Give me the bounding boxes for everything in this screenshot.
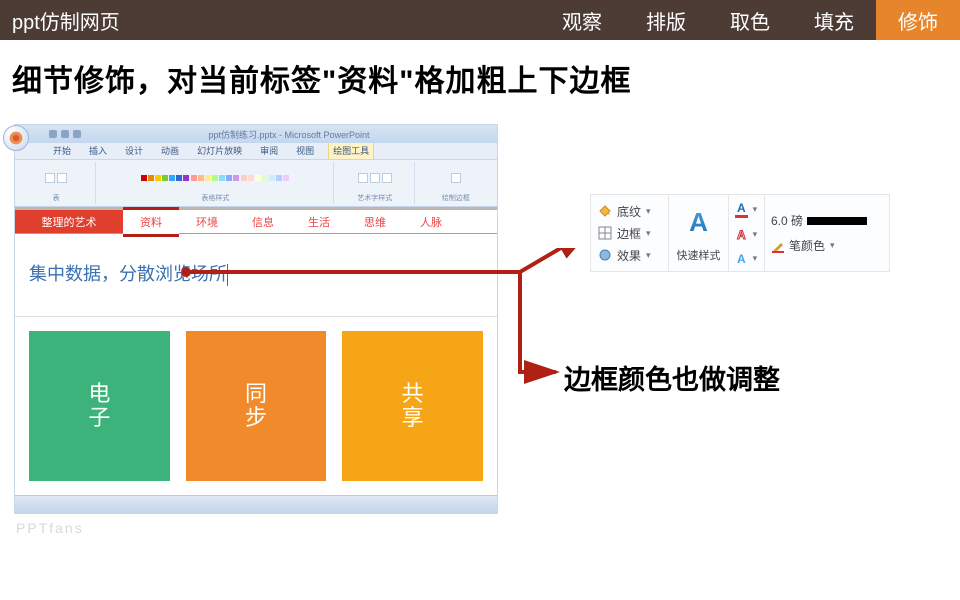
- chevron-down-icon: ▾: [830, 240, 835, 251]
- wordart-A-icon: A: [689, 204, 708, 242]
- toolbox-col-fill: 底纹▾ 边框▾ 效果▾: [591, 195, 669, 271]
- text-fill-button[interactable]: A▾: [735, 201, 758, 218]
- slide-canvas: 整理的艺术 资料 环境 信息 生活 思维 人脉 集中数据，分散浏览场所 电 子 …: [15, 207, 497, 495]
- slide-tab[interactable]: 人脉: [403, 210, 459, 233]
- toolbox-col-quickstyle[interactable]: A 快速样式: [669, 195, 729, 271]
- top-nav-title: ppt仿制网页: [0, 6, 120, 35]
- window-titlebar: ppt仿制练习.pptx - Microsoft PowerPoint: [15, 125, 497, 143]
- border-button[interactable]: 边框▾: [597, 225, 662, 242]
- toolbox-col-textfx: A▾ A▾ A▾: [729, 195, 765, 271]
- pen-color-button[interactable]: 笔颜色▾: [771, 237, 883, 254]
- card-orange: 同 步: [186, 331, 327, 481]
- ribbon-tab[interactable]: 审阅: [256, 142, 282, 159]
- top-nav-items: 观察 排版 取色 填充 修饰: [540, 0, 960, 40]
- ribbon-body: 表 表格样式 艺术字样式 绘制边框: [15, 159, 497, 207]
- card-green: 电 子: [29, 331, 170, 481]
- card-yellow: 共 享: [342, 331, 483, 481]
- powerpoint-window: ppt仿制练习.pptx - Microsoft PowerPoint 开始 插…: [14, 124, 498, 514]
- nav-fill[interactable]: 填充: [792, 0, 876, 40]
- slide-subtitle: 集中数据，分散浏览场所: [15, 234, 497, 317]
- chevron-down-icon: ▾: [646, 250, 651, 261]
- ribbon-tab[interactable]: 视图: [292, 142, 318, 159]
- ribbon-tab[interactable]: 动画: [157, 142, 183, 159]
- chevron-down-icon: ▾: [753, 204, 758, 215]
- slide-tab[interactable]: 生活: [291, 210, 347, 233]
- bucket-icon: [597, 203, 613, 219]
- slide-tab-first[interactable]: 整理的艺术: [15, 210, 123, 233]
- chevron-down-icon: ▾: [646, 206, 651, 217]
- slide-tab[interactable]: 信息: [235, 210, 291, 233]
- office-button-icon[interactable]: [3, 125, 29, 151]
- ribbon-tab[interactable]: 开始: [49, 142, 75, 159]
- slide-tab-active[interactable]: 资料: [123, 207, 179, 237]
- ribbon-tab[interactable]: 幻灯片放映: [193, 142, 246, 159]
- nav-color[interactable]: 取色: [708, 0, 792, 40]
- border-toolbox: 底纹▾ 边框▾ 效果▾ A 快速样式 A▾ A▾ A▾ 6.0 磅 笔颜色▾: [590, 194, 890, 272]
- border-icon: [597, 225, 613, 241]
- nav-decorate[interactable]: 修饰: [876, 0, 960, 40]
- effect-icon: [597, 247, 613, 263]
- pen-weight[interactable]: 6.0 磅: [771, 212, 883, 229]
- page-title: 细节修饰，对当前标签"资料"格加粗上下边框: [0, 40, 960, 124]
- nav-layout[interactable]: 排版: [624, 0, 708, 40]
- text-effect-icon: A: [735, 252, 748, 266]
- slide-tab[interactable]: 思维: [347, 210, 403, 233]
- ribbon-tab-context[interactable]: 绘图工具: [328, 141, 374, 159]
- nav-observe[interactable]: 观察: [540, 0, 624, 40]
- slide-tabs: 整理的艺术 资料 环境 信息 生活 思维 人脉: [15, 210, 497, 234]
- toolbox-col-pen: 6.0 磅 笔颜色▾: [765, 195, 889, 271]
- chevron-down-icon: ▾: [753, 229, 758, 240]
- chevron-down-icon: ▾: [646, 228, 651, 239]
- watermark: PPTfans: [14, 514, 960, 536]
- text-fill-icon: A: [735, 201, 748, 218]
- text-outline-icon: A: [735, 228, 748, 242]
- slide-cards: 电 子 同 步 共 享: [15, 317, 497, 495]
- shading-button[interactable]: 底纹▾: [597, 203, 662, 220]
- pen-icon: [771, 239, 785, 253]
- effect-button[interactable]: 效果▾: [597, 247, 662, 264]
- text-effect-button[interactable]: A▾: [735, 252, 758, 266]
- ribbon-tabs: 开始 插入 设计 动画 幻灯片放映 审阅 视图 绘图工具: [15, 143, 497, 159]
- ribbon-tab[interactable]: 插入: [85, 142, 111, 159]
- quick-access-toolbar: [49, 130, 81, 138]
- text-cursor: [227, 264, 228, 286]
- window-title: ppt仿制练习.pptx - Microsoft PowerPoint: [208, 128, 369, 141]
- status-bar: [15, 495, 497, 513]
- chevron-down-icon: ▾: [753, 253, 758, 264]
- weight-preview: [807, 217, 867, 225]
- text-outline-button[interactable]: A▾: [735, 228, 758, 242]
- annotation-text: 边框颜色也做调整: [564, 358, 780, 397]
- slide-tab[interactable]: 环境: [179, 210, 235, 233]
- top-nav: ppt仿制网页 观察 排版 取色 填充 修饰: [0, 0, 960, 40]
- ribbon-tab[interactable]: 设计: [121, 142, 147, 159]
